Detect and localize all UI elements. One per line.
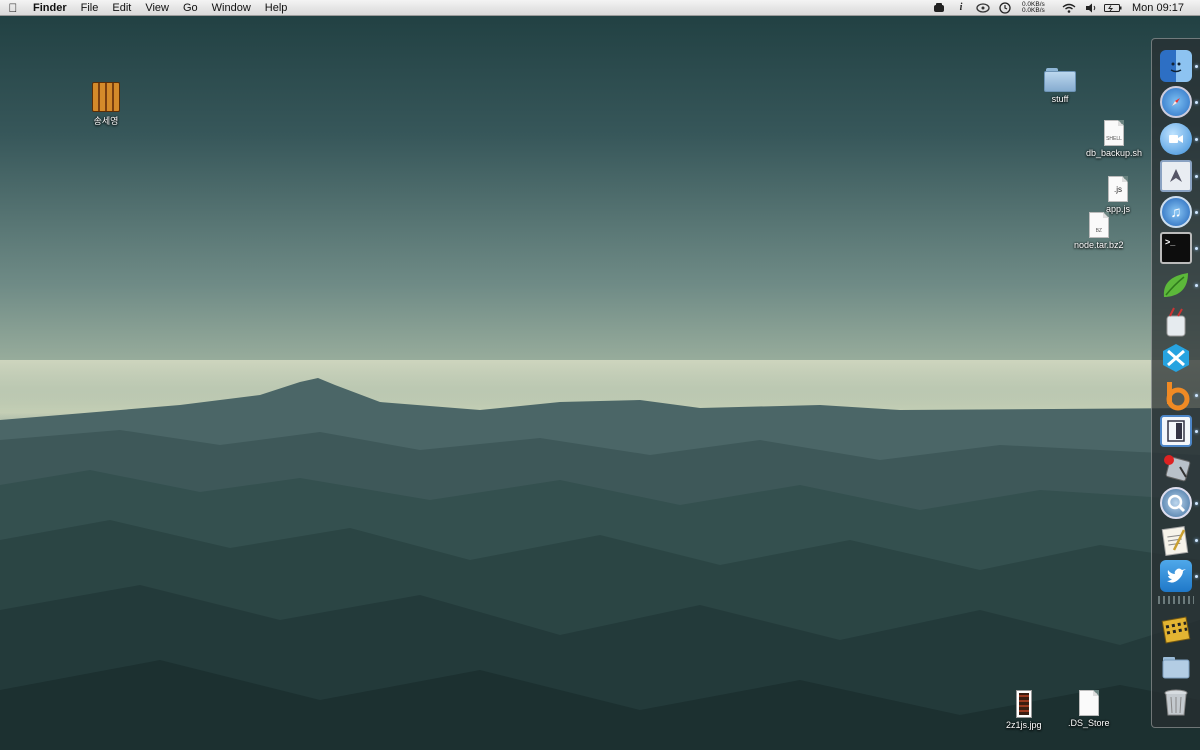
menubar-clock[interactable]: Mon 09:17 <box>1124 2 1188 14</box>
dock-separator <box>1158 596 1194 604</box>
running-indicator <box>1195 65 1198 68</box>
desktop-icon-jpg[interactable]: 2z1js.jpg <box>1006 690 1042 730</box>
trash-icon <box>1160 686 1192 718</box>
running-indicator <box>1195 211 1198 214</box>
apple-menu-icon[interactable]:  <box>0 1 26 15</box>
menu-edit[interactable]: Edit <box>105 0 138 16</box>
desktop-icon-label: 2z1js.jpg <box>1006 720 1042 730</box>
dock-utility-app[interactable] <box>1159 305 1193 339</box>
dock-archive-utility[interactable] <box>1159 612 1193 646</box>
dock: ♫ >_ <box>1151 38 1200 728</box>
wifi-icon[interactable] <box>1060 1 1078 15</box>
finder-icon <box>1160 50 1192 82</box>
network-speed-readout[interactable]: 0.0KB/s 0.0KB/s <box>1022 1 1052 14</box>
menu-app-finder[interactable]: Finder <box>26 0 74 16</box>
desktop-icon-label: 송세영 <box>93 116 119 126</box>
running-indicator <box>1195 175 1198 178</box>
dock-virtualbox[interactable] <box>1159 341 1193 375</box>
dock-window-app[interactable] <box>1159 414 1193 448</box>
menu-bar:  Finder File Edit View Go Window Help i… <box>0 0 1200 16</box>
bz2-archive-icon: BZ <box>1088 212 1109 238</box>
shell-script-icon: SHELL <box>1104 120 1125 146</box>
textedit-icon <box>1160 524 1192 556</box>
image-thumbnail-icon <box>1015 690 1032 718</box>
dock-twitter[interactable] <box>1159 559 1193 593</box>
desktop-icon-label: stuff <box>1051 94 1069 104</box>
archive-utility-icon <box>1160 613 1192 645</box>
orange-b-icon <box>1160 379 1192 411</box>
battery-icon[interactable] <box>1104 1 1122 15</box>
dock-ichat[interactable] <box>1159 122 1193 156</box>
menu-view[interactable]: View <box>138 0 176 16</box>
dock-red-pin-tool[interactable] <box>1159 450 1193 484</box>
menu-go[interactable]: Go <box>176 0 205 16</box>
dropbox-icon[interactable] <box>930 1 948 15</box>
dock-leaf-app[interactable] <box>1159 268 1193 302</box>
running-indicator <box>1195 502 1198 505</box>
running-indicator <box>1195 247 1198 250</box>
dock-finder[interactable] <box>1159 49 1193 83</box>
dock-textedit[interactable] <box>1159 523 1193 557</box>
dock-orange-b-app[interactable] <box>1159 378 1193 412</box>
running-indicator <box>1195 575 1198 578</box>
menu-window[interactable]: Window <box>205 0 258 16</box>
quicktime-icon <box>1160 487 1192 519</box>
desktop-icon-stuff-folder[interactable]: stuff <box>1044 68 1076 104</box>
documents-folder-icon <box>1160 650 1192 682</box>
itunes-icon: ♫ <box>1160 196 1192 228</box>
volume-icon[interactable] <box>1082 1 1100 15</box>
desktop-icon-label: db_backup.sh <box>1086 148 1143 158</box>
running-indicator <box>1195 138 1198 141</box>
running-indicator <box>1195 101 1198 104</box>
utility-cup-icon <box>1160 306 1192 338</box>
js-file-icon: .js <box>1108 176 1129 202</box>
safari-icon <box>1160 86 1192 118</box>
desktop-icon-node-tar[interactable]: BZ node.tar.bz2 <box>1074 212 1124 250</box>
running-indicator <box>1195 430 1198 433</box>
growl-icon[interactable] <box>974 1 992 15</box>
mail-icon <box>1160 160 1192 192</box>
twitter-icon <box>1160 560 1192 592</box>
running-indicator <box>1195 394 1198 397</box>
document-icon <box>1078 690 1099 716</box>
dock-terminal[interactable]: >_ <box>1159 231 1193 265</box>
desktop-wallpaper <box>0 0 1200 750</box>
red-pin-tool-icon <box>1160 451 1192 483</box>
blue-cube-icon <box>1160 342 1192 374</box>
dock-itunes[interactable]: ♫ <box>1159 195 1193 229</box>
dock-documents-stack[interactable] <box>1159 649 1193 683</box>
window-app-icon <box>1160 415 1192 447</box>
running-indicator <box>1195 284 1198 287</box>
desktop-icon-archive[interactable]: 송세영 <box>92 82 120 127</box>
desktop-icon-db-backup[interactable]: SHELL db_backup.sh <box>1086 120 1142 158</box>
desktop-icon-label: node.tar.bz2 <box>1074 240 1124 250</box>
dock-safari[interactable] <box>1159 85 1193 119</box>
running-indicator <box>1195 539 1198 542</box>
net-down-speed: 0.0KB/s <box>1022 6 1045 14</box>
info-icon[interactable]: i <box>952 1 970 15</box>
dock-mail[interactable] <box>1159 159 1193 193</box>
dock-quicktime[interactable] <box>1159 486 1193 520</box>
wallpaper-mountains <box>0 360 1200 750</box>
desktop-icon-label: .DS_Store <box>1068 718 1110 728</box>
dock-trash[interactable] <box>1159 685 1193 719</box>
desktop-icon-app-js[interactable]: .js app.js <box>1106 176 1130 214</box>
menu-file[interactable]: File <box>74 0 106 16</box>
leaf-icon <box>1160 269 1192 301</box>
ichat-icon <box>1160 123 1192 155</box>
terminal-icon: >_ <box>1160 232 1192 264</box>
menu-help[interactable]: Help <box>258 0 295 16</box>
desktop-icon-ds-store[interactable]: .DS_Store <box>1068 690 1110 728</box>
archive-icon <box>92 82 120 112</box>
folder-icon <box>1044 68 1076 92</box>
time-machine-icon[interactable] <box>996 1 1014 15</box>
